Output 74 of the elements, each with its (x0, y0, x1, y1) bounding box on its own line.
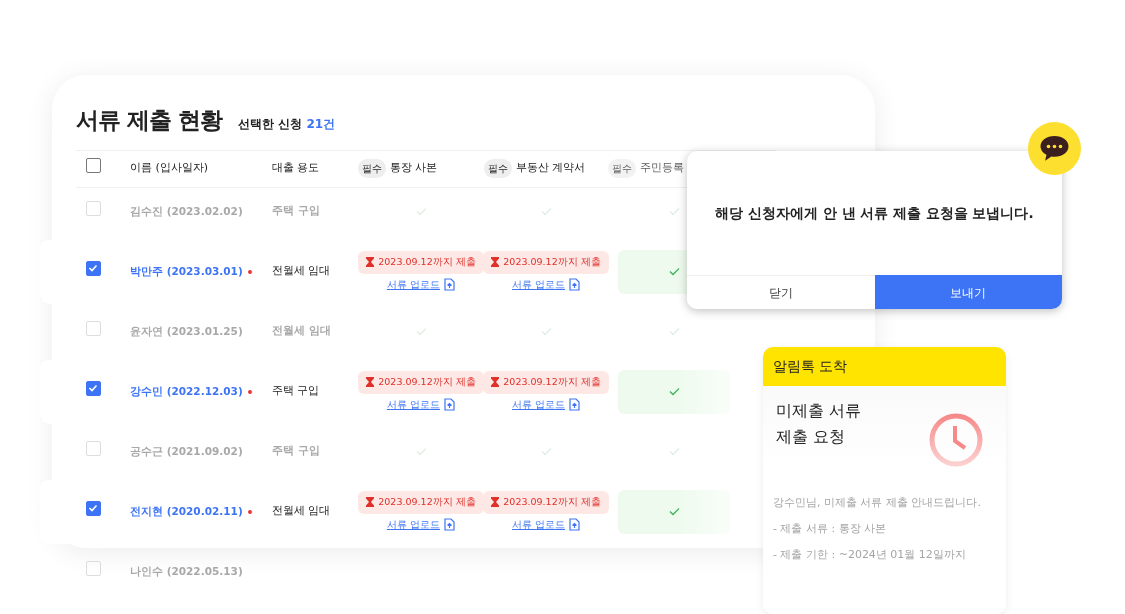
required-tag: 필수 (608, 159, 636, 178)
hourglass-icon (491, 257, 500, 268)
notification-header: 알림톡 도착 (773, 358, 848, 374)
required-tag: 필수 (484, 159, 512, 178)
selection-count: 선택한 신청 21건 (238, 116, 336, 133)
upload-link[interactable]: 서류 업로드 (387, 517, 440, 532)
hourglass-icon (366, 377, 375, 388)
check-icon (668, 387, 680, 396)
column-header: 주민등록 (640, 160, 684, 177)
applicant-name: 공수근 (2021.09.02) (130, 443, 243, 459)
send-button[interactable]: 보내기 (874, 275, 1062, 309)
checkbox[interactable] (86, 381, 101, 397)
deadline-badge: 2023.09.12까지 제출 (483, 491, 609, 514)
hourglass-icon (366, 257, 375, 268)
check-icon (540, 327, 552, 336)
notification-text: 강수민님, 미제출 서류 제출 안내드립니다. (773, 495, 982, 511)
deadline-badge: 2023.09.12까지 제출 (483, 371, 609, 394)
loan-purpose: 전월세 임대 (272, 504, 331, 518)
check-icon (668, 207, 680, 216)
applicant-name: 전지현 (2020.02.11) (130, 503, 243, 519)
check-icon (668, 447, 680, 456)
column-header: 대출 용도 (272, 160, 320, 177)
column-header: 통장 사본 (390, 160, 438, 177)
deadline-badge: 2023.09.12까지 제출 (358, 371, 484, 394)
loan-purpose: 주택 구입 (272, 444, 320, 457)
hourglass-icon (491, 497, 500, 508)
deadline-badge: 2023.09.12까지 제출 (358, 251, 484, 274)
check-icon (540, 207, 552, 216)
check-icon (415, 207, 427, 216)
applicant-name: 박만주 (2023.03.01) (130, 263, 243, 279)
upload-file-icon (569, 278, 580, 292)
applicant-name: 나인수 (2022.05.13) (130, 563, 243, 579)
upload-link[interactable]: 서류 업로드 (387, 277, 440, 292)
upload-file-icon (444, 518, 455, 532)
loan-purpose: 주택 구입 (272, 204, 320, 217)
notification-title: 미제출 서류 (776, 400, 862, 422)
notification-text: - 제출 기한 : ~2024년 01월 12일까지 (773, 547, 967, 563)
applicant-name: 김수진 (2023.02.02) (130, 203, 243, 219)
loan-purpose: 전월세 임대 (272, 324, 331, 337)
check-icon (415, 447, 427, 456)
deadline-badge: 2023.09.12까지 제출 (483, 251, 609, 274)
page-title: 서류 제출 현황 (76, 106, 222, 135)
column-header: 이름 (입사일자) (130, 160, 209, 177)
notification-text: - 제출 서류 : 통장 사본 (773, 521, 888, 537)
required-tag: 필수 (358, 159, 386, 178)
check-icon (668, 507, 680, 516)
upload-file-icon (569, 518, 580, 532)
notification-title: 제출 요청 (776, 426, 847, 449)
hourglass-icon (366, 497, 375, 508)
column-header: 부동산 계약서 (516, 160, 586, 177)
dialog-message: 해당 신청자에게 안 낸 서류 제출 요청을 보냅니다. (715, 203, 1034, 223)
upload-file-icon (444, 398, 455, 412)
loan-purpose: 전월세 임대 (272, 264, 331, 278)
upload-link[interactable]: 서류 업로드 (512, 277, 565, 292)
check-icon (668, 327, 680, 336)
applicant-name: 윤자연 (2023.01.25) (130, 323, 243, 339)
close-button[interactable]: 닫기 (687, 275, 875, 309)
upload-file-icon (444, 278, 455, 292)
check-icon (540, 447, 552, 456)
upload-link[interactable]: 서류 업로드 (512, 517, 565, 532)
upload-file-icon (569, 398, 580, 412)
hourglass-icon (491, 377, 500, 388)
loan-purpose: 주택 구입 (272, 384, 320, 398)
upload-link[interactable]: 서류 업로드 (512, 397, 565, 412)
applicant-name: 강수민 (2022.12.03) (130, 383, 243, 399)
upload-link[interactable]: 서류 업로드 (387, 397, 440, 412)
checkbox[interactable] (86, 158, 101, 174)
check-icon (415, 327, 427, 336)
deadline-badge: 2023.09.12까지 제출 (358, 491, 484, 514)
chat-bubble-icon (1028, 122, 1081, 175)
check-icon (668, 267, 680, 276)
clock-icon (928, 412, 984, 468)
checkbox[interactable] (86, 501, 101, 517)
checkbox[interactable] (86, 261, 101, 277)
